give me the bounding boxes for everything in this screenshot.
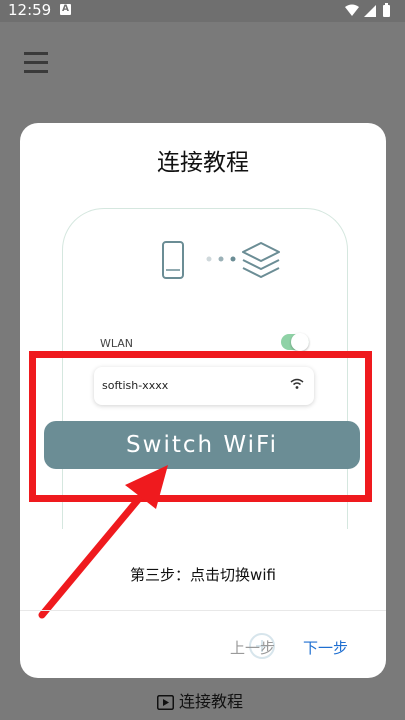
notification-a-icon: A <box>60 4 71 15</box>
hamburger-menu-icon[interactable] <box>24 52 48 74</box>
prev-step-button[interactable]: 上一步 <box>230 637 275 658</box>
tutorial-link[interactable]: 连接教程 <box>157 688 243 712</box>
connect-dot <box>218 256 224 262</box>
wlan-toggle[interactable] <box>281 333 309 351</box>
layers-icon <box>242 242 280 278</box>
red-pointer-arrow <box>38 465 168 619</box>
divider <box>20 610 386 611</box>
device-connect-illustration <box>162 241 280 279</box>
dialog-title: 连接教程 <box>157 150 249 176</box>
play-icon <box>157 695 174 710</box>
step-instruction: 第三步：点击切换wifi <box>130 566 276 584</box>
connect-dot <box>230 256 236 262</box>
status-icons <box>343 3 395 23</box>
wifi-signal-battery-icons <box>345 3 390 17</box>
status-bar: 12:59 A <box>0 0 405 22</box>
next-step-button[interactable]: 下一步 <box>303 637 348 658</box>
wlan-label: WLAN <box>100 337 134 350</box>
phone-icon <box>162 241 184 279</box>
tutorial-link-label: 连接教程 <box>179 692 244 711</box>
connect-dot <box>206 256 212 262</box>
status-time: 12:59 <box>8 1 52 19</box>
tutorial-dialog: 连接教程 WLAN softish-xxxx Switch WiFi 第三步：点… <box>20 123 386 678</box>
